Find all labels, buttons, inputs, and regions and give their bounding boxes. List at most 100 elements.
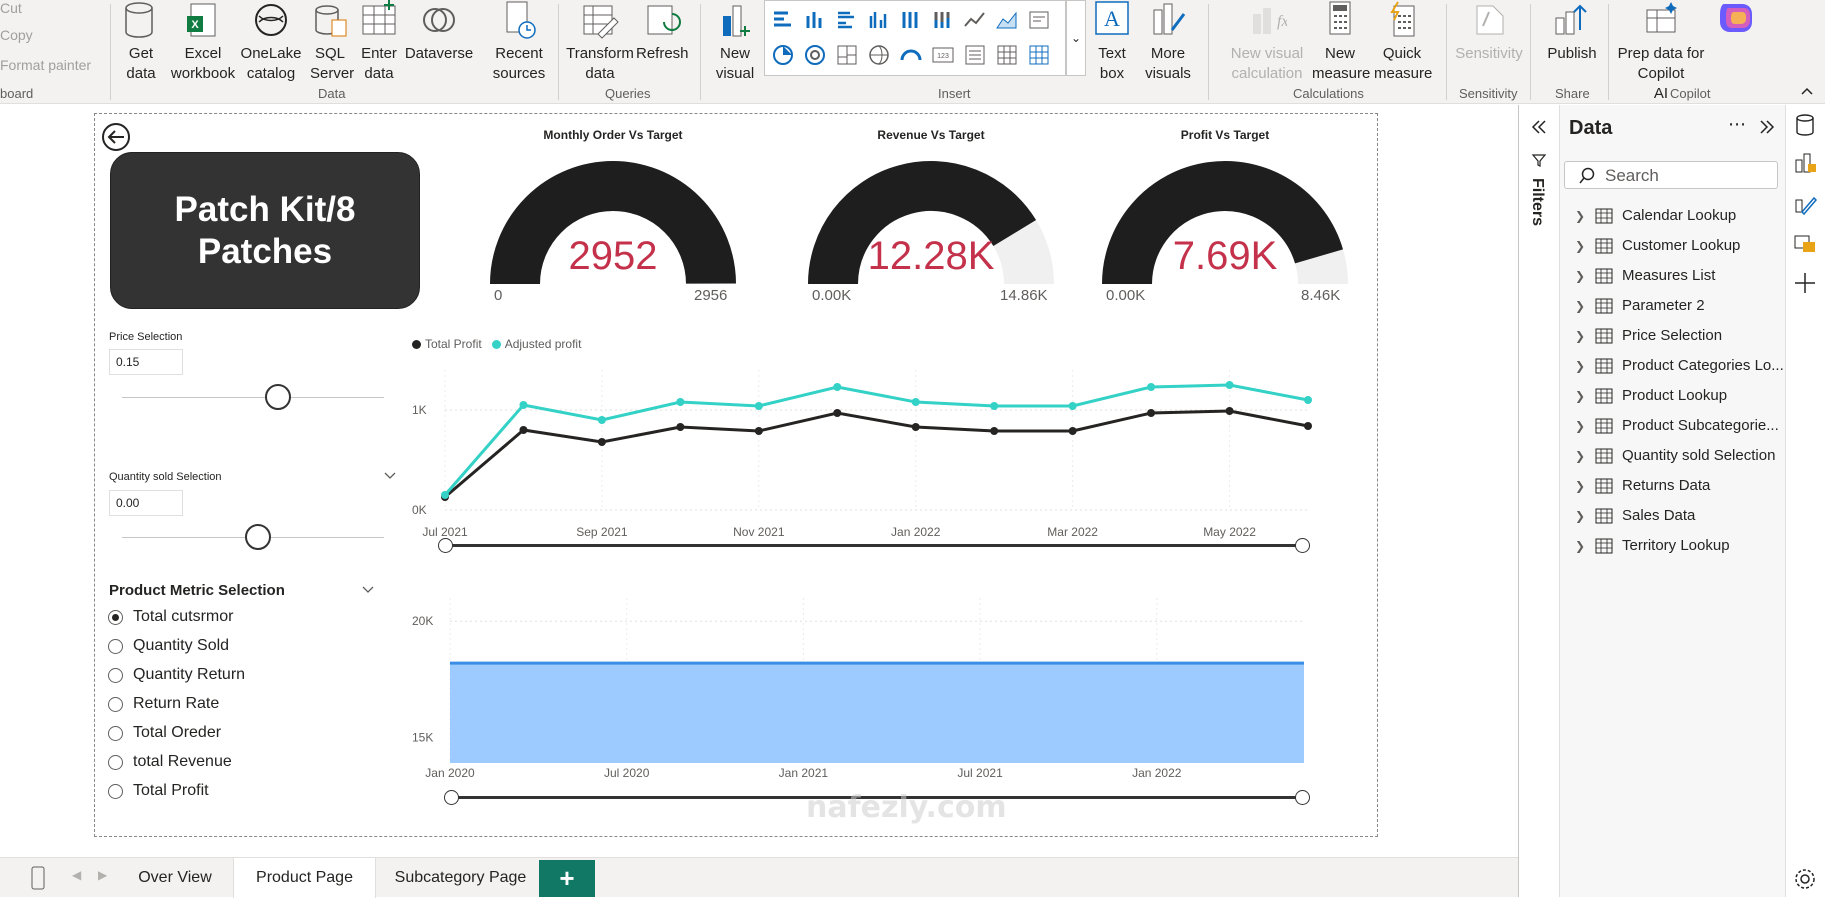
excel-workbook-button[interactable]: X Excel workbook — [168, 0, 238, 84]
copy-button[interactable]: Copy — [0, 27, 33, 43]
data-point[interactable] — [1068, 427, 1077, 435]
qty-input[interactable]: 0.00 — [109, 490, 183, 516]
radio-button[interactable] — [108, 725, 123, 741]
data-point[interactable] — [676, 398, 685, 406]
data-table-item[interactable]: ❯ Product Categories Lo... — [1575, 357, 1784, 374]
gauge-icon[interactable] — [899, 43, 923, 67]
data-point[interactable] — [597, 438, 606, 446]
tab-product-page[interactable]: Product Page — [233, 858, 376, 898]
donut-chart-icon[interactable] — [803, 43, 827, 67]
100-column-icon[interactable] — [931, 8, 955, 32]
price-input[interactable]: 0.15 — [109, 349, 183, 375]
recent-sources-button[interactable]: Recent sources — [484, 0, 554, 84]
collapse-ribbon-icon[interactable] — [1800, 84, 1814, 98]
settings-gear-icon[interactable] — [1792, 866, 1818, 892]
bookmarks-icon[interactable] — [1792, 230, 1818, 256]
chevron-right-icon[interactable]: ❯ — [1575, 359, 1587, 373]
clustered-bar-icon[interactable] — [835, 8, 859, 32]
data-table-item[interactable]: ❯ Product Lookup — [1575, 387, 1727, 404]
metric-option[interactable]: total Revenue — [108, 753, 232, 771]
data-point[interactable] — [676, 423, 685, 431]
data-table-item[interactable]: ❯ Quantity sold Selection — [1575, 447, 1775, 464]
radio-button[interactable] — [108, 696, 123, 712]
table-visual-icon[interactable] — [995, 43, 1019, 67]
multi-row-card-icon[interactable] — [963, 43, 987, 67]
new-visual-calculation-button[interactable]: fx New visual calculation — [1226, 0, 1308, 84]
sensitivity-button[interactable]: Sensitivity — [1454, 0, 1524, 64]
chevron-right-icon[interactable]: ❯ — [1575, 299, 1587, 313]
data-point[interactable] — [441, 491, 449, 499]
map-icon[interactable] — [867, 43, 891, 67]
pie-chart-icon[interactable] — [771, 43, 795, 67]
data-point[interactable] — [754, 402, 763, 410]
data-point[interactable] — [754, 427, 763, 435]
onelake-catalog-button[interactable]: OneLake catalog — [240, 0, 302, 84]
qty-slider-thumb[interactable] — [245, 524, 271, 550]
data-point[interactable] — [1304, 396, 1312, 404]
refresh-button[interactable]: Refresh — [636, 0, 689, 64]
radio-button[interactable] — [108, 783, 123, 799]
radio-button[interactable] — [108, 638, 123, 654]
data-point[interactable] — [1225, 381, 1234, 389]
metric-option[interactable]: Return Rate — [108, 695, 219, 713]
chevron-right-icon[interactable]: ❯ — [1575, 479, 1587, 493]
chevron-down-icon[interactable] — [383, 470, 397, 482]
chevron-right-icon[interactable]: ❯ — [1575, 239, 1587, 253]
stacked-bar-icon[interactable] — [771, 8, 795, 32]
100-bar-icon[interactable] — [899, 8, 923, 32]
data-point[interactable] — [1147, 409, 1156, 417]
copilot-icon[interactable] — [1714, 0, 1758, 36]
line-chart-range-end[interactable] — [1295, 538, 1310, 553]
add-page-button[interactable]: + — [539, 860, 595, 897]
series-line-adjusted-profit[interactable] — [443, 383, 1309, 496]
collapse-data-pane-icon[interactable] — [1758, 118, 1776, 136]
price-slider-track[interactable] — [122, 397, 384, 398]
radio-button[interactable] — [108, 667, 123, 683]
more-options-icon[interactable]: ⋯ — [1728, 114, 1747, 135]
tab-scroll-left-icon[interactable]: ◀ — [72, 868, 81, 882]
line-chart-range-slider[interactable] — [445, 544, 1303, 547]
chevron-right-icon[interactable]: ❯ — [1575, 449, 1587, 463]
filters-pane-label[interactable]: Filters — [1528, 178, 1546, 226]
chevron-down-icon[interactable] — [361, 584, 375, 596]
profit-line-chart[interactable]: 0K 1K Jul 2021 Sep 2021 Nov 2021 Jan 2022 Mar … — [400, 360, 1320, 560]
build-visual-icon[interactable] — [1792, 150, 1818, 176]
data-point[interactable] — [833, 409, 842, 417]
ribbon-chart-icon[interactable] — [1027, 8, 1051, 32]
data-point[interactable] — [1304, 422, 1312, 430]
area-chart-icon[interactable] — [995, 8, 1019, 32]
data-point[interactable] — [911, 398, 920, 406]
cut-button[interactable]: Cut — [0, 0, 22, 16]
data-point[interactable] — [990, 427, 999, 435]
tab-over-view[interactable]: Over View — [118, 858, 232, 898]
radio-button[interactable] — [108, 754, 123, 770]
data-table-item[interactable]: ❯ Sales Data — [1575, 507, 1695, 524]
data-point[interactable] — [597, 416, 606, 424]
area-fill[interactable] — [450, 663, 1304, 763]
new-visual-button[interactable]: New visual — [708, 0, 762, 84]
transform-data-button[interactable]: Transform data — [566, 0, 634, 84]
format-visual-icon[interactable] — [1792, 190, 1818, 216]
data-table-item[interactable]: ❯ Measures List — [1575, 267, 1715, 284]
format-painter-button[interactable]: Format painter — [0, 57, 91, 73]
data-table-item[interactable]: ❯ Territory Lookup — [1575, 537, 1730, 554]
matrix-icon[interactable] — [1027, 43, 1051, 67]
metric-option[interactable]: Total Profit — [108, 782, 209, 800]
tab-subcategory-page[interactable]: Subcategory Page — [378, 858, 543, 898]
more-visuals-button[interactable]: More visuals — [1138, 0, 1198, 84]
line-chart-range-start[interactable] — [438, 538, 453, 553]
data-point[interactable] — [990, 402, 999, 410]
data-table-item[interactable]: ❯ Parameter 2 — [1575, 297, 1705, 314]
chevron-right-icon[interactable]: ❯ — [1575, 389, 1587, 403]
back-arrow-icon[interactable] — [100, 121, 132, 153]
chevron-right-icon[interactable]: ❯ — [1575, 329, 1587, 343]
mobile-layout-icon[interactable] — [30, 866, 46, 890]
gallery-expand-button[interactable]: ⌄ — [1066, 0, 1086, 76]
radio-button[interactable] — [108, 609, 123, 625]
area-chart-range-end[interactable] — [1295, 790, 1310, 805]
add-pane-icon[interactable] — [1792, 270, 1818, 296]
tab-scroll-right-icon[interactable]: ▶ — [98, 868, 107, 882]
price-slider-thumb[interactable] — [265, 384, 291, 410]
text-box-button[interactable]: A Text box — [1090, 0, 1134, 84]
data-pane-icon[interactable] — [1792, 112, 1818, 138]
